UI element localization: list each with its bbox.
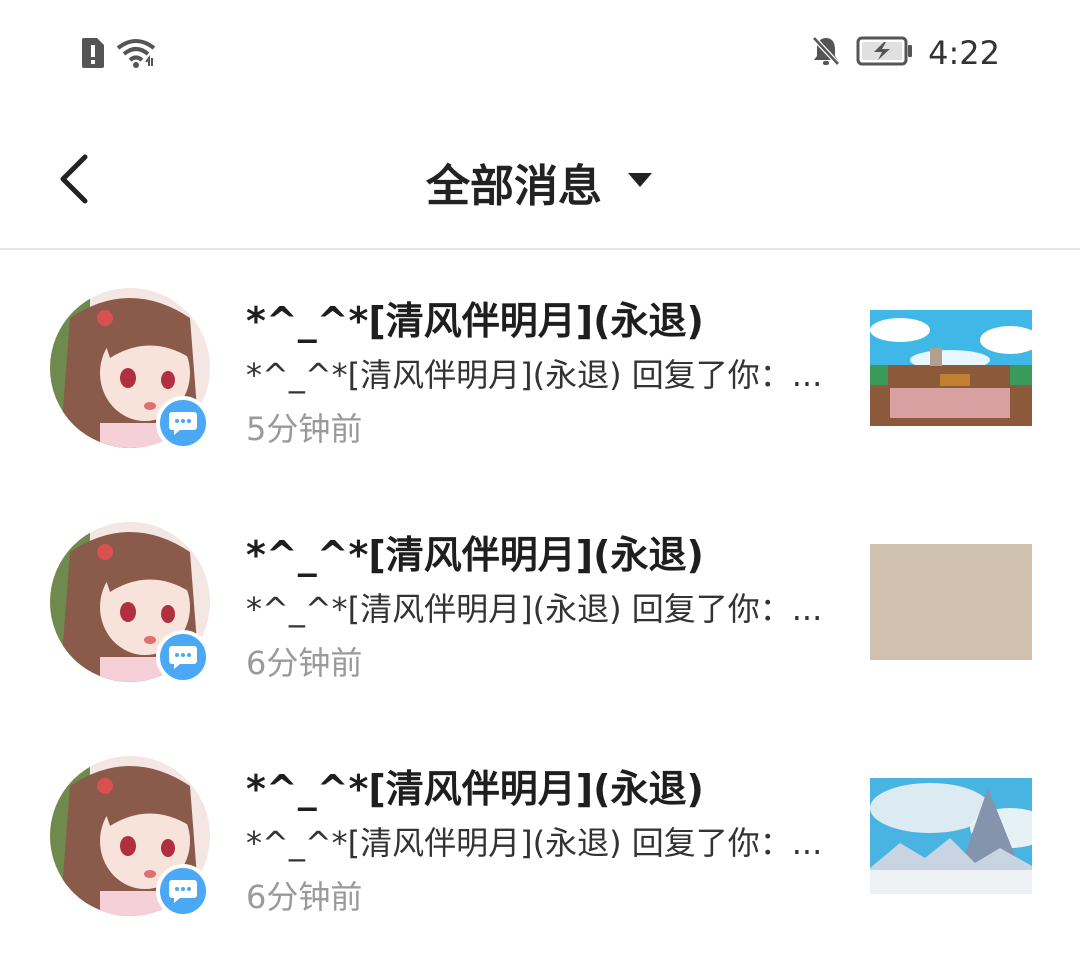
sender-name: *^_^*[清风伴明月](永退) (246, 533, 704, 577)
chat-bubble-icon (156, 630, 210, 684)
status-bar: 4:22 (0, 0, 1080, 110)
chat-bubble-icon (156, 396, 210, 450)
message-time: 6分钟前 (246, 644, 363, 682)
message-time: 5分钟前 (246, 410, 363, 448)
beige-thumbnail[interactable] (870, 544, 1032, 660)
battery-charging-icon (856, 35, 914, 71)
sender-name: *^_^*[清风伴明月](永退) (246, 299, 704, 343)
bell-off-icon (810, 34, 842, 72)
message-list: *^_^*[清风伴明月](永退) *^_^*[清风伴明月](永退) 回复了你：.… (0, 252, 1080, 954)
sim-alert-icon (80, 36, 106, 74)
message-time: 6分钟前 (246, 878, 363, 916)
sender-name: *^_^*[清风伴明月](永退) (246, 767, 704, 811)
app-bar: 全部消息 (0, 110, 1080, 250)
message-preview: *^_^*[清风伴明月](永退) 回复了你：... (246, 590, 823, 628)
list-item[interactable]: *^_^*[清风伴明月](永退) *^_^*[清风伴明月](永退) 回复了你：.… (0, 720, 1080, 954)
chat-bubble-icon (156, 864, 210, 918)
message-preview: *^_^*[清风伴明月](永退) 回复了你：... (246, 824, 823, 862)
wifi-icon (116, 36, 156, 74)
list-item[interactable]: *^_^*[清风伴明月](永退) *^_^*[清风伴明月](永退) 回复了你：.… (0, 252, 1080, 486)
snowy-mountain-thumbnail[interactable] (870, 778, 1032, 894)
message-preview: *^_^*[清风伴明月](永退) 回复了你：... (246, 356, 823, 394)
status-time: 4:22 (928, 34, 1000, 72)
page-title: 全部消息 (426, 161, 602, 212)
list-item[interactable]: *^_^*[清风伴明月](永退) *^_^*[清风伴明月](永退) 回复了你：.… (0, 486, 1080, 720)
message-filter-dropdown[interactable]: 全部消息 (0, 150, 1080, 214)
sky-village-thumbnail[interactable] (870, 310, 1032, 426)
caret-down-icon (626, 170, 654, 194)
